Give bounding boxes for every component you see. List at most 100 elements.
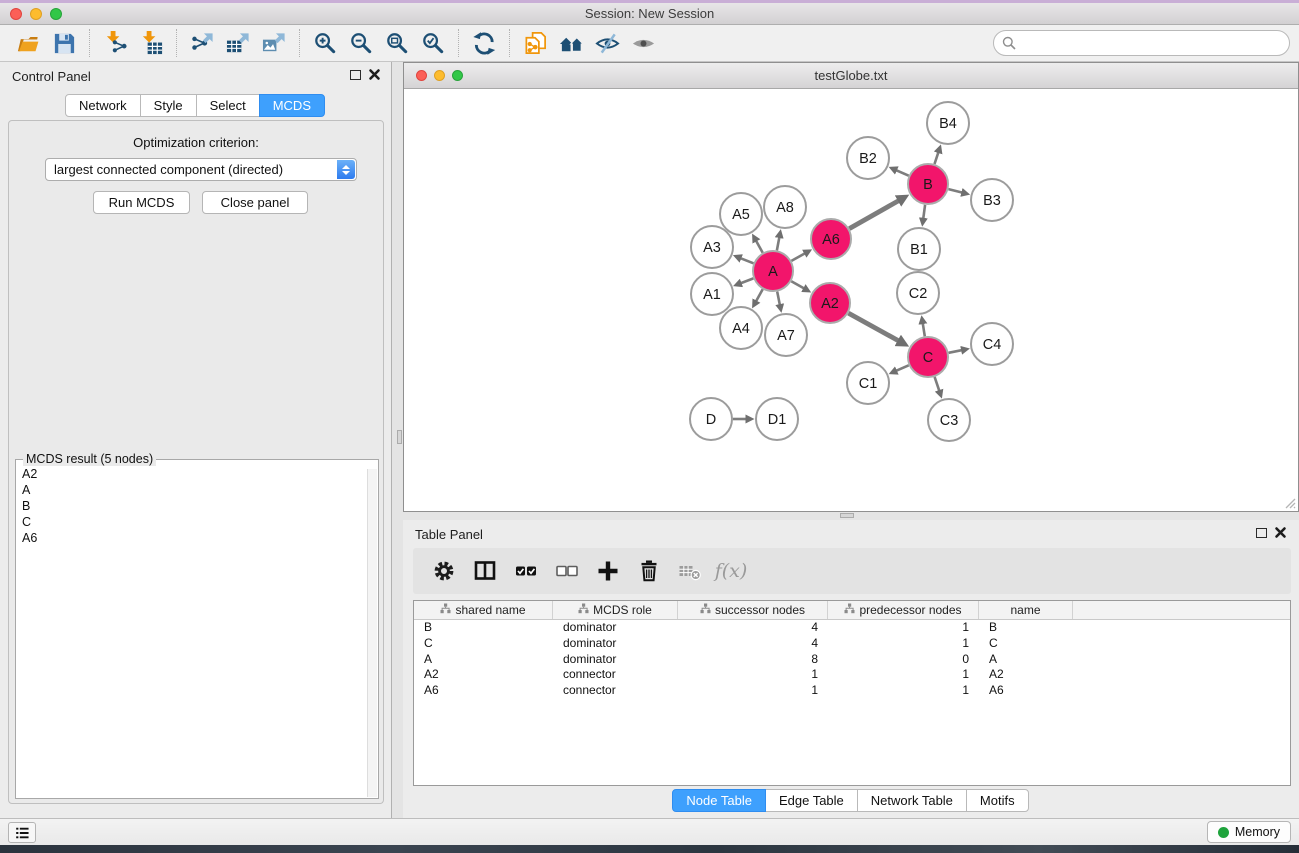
table-settings-icon[interactable] bbox=[429, 556, 459, 586]
graph-node[interactable]: C1 bbox=[847, 362, 889, 404]
graph-node[interactable]: B3 bbox=[971, 179, 1013, 221]
tab-style[interactable]: Style bbox=[140, 94, 197, 117]
graph-edge[interactable] bbox=[948, 189, 962, 192]
result-scrollbar[interactable] bbox=[367, 469, 377, 797]
table-cell[interactable]: dominator bbox=[553, 652, 678, 668]
network-canvas[interactable]: B4 B2 B B3 A8 A5 A6 A3 B1 A C2 A1 A2 A4 … bbox=[405, 90, 1297, 510]
table-cell[interactable]: A2 bbox=[414, 667, 553, 683]
table-cell[interactable]: A bbox=[414, 652, 553, 668]
graph-edge[interactable] bbox=[935, 377, 940, 391]
tab-network[interactable]: Network bbox=[65, 94, 141, 117]
table-cell[interactable]: A6 bbox=[979, 683, 1073, 699]
table-cell[interactable]: A2 bbox=[979, 667, 1073, 683]
graph-node[interactable]: A3 bbox=[691, 226, 733, 268]
graph-node[interactable]: A4 bbox=[720, 307, 762, 349]
result-item[interactable]: C bbox=[22, 514, 366, 530]
column-header-successor-nodes[interactable]: successor nodes bbox=[678, 601, 828, 619]
table-cell[interactable]: dominator bbox=[553, 636, 678, 652]
float-panel-icon[interactable] bbox=[350, 70, 361, 80]
tab-motifs[interactable]: Motifs bbox=[966, 789, 1029, 812]
zoom-in-icon[interactable] bbox=[307, 28, 343, 58]
graph-node[interactable]: B1 bbox=[898, 228, 940, 270]
table-cell[interactable]: C bbox=[414, 636, 553, 652]
graph-node[interactable]: B2 bbox=[847, 137, 889, 179]
table-cell[interactable]: A6 bbox=[414, 683, 553, 699]
home-icon[interactable] bbox=[553, 28, 589, 58]
graph-node[interactable]: A bbox=[753, 251, 793, 291]
close-panel-button[interactable]: Close panel bbox=[202, 191, 308, 214]
export-table-icon[interactable] bbox=[220, 28, 256, 58]
float-table-panel-icon[interactable] bbox=[1256, 528, 1267, 538]
search-box[interactable] bbox=[993, 30, 1290, 56]
table-row[interactable]: Adominator80A bbox=[414, 652, 1290, 668]
table-cell[interactable]: C bbox=[979, 636, 1073, 652]
refresh-layout-icon[interactable] bbox=[466, 28, 502, 58]
column-header-shared-name[interactable]: shared name bbox=[414, 601, 553, 619]
table-cell[interactable]: 8 bbox=[678, 652, 828, 668]
tab-node-table[interactable]: Node Table bbox=[672, 789, 766, 812]
open-session-icon[interactable] bbox=[10, 28, 46, 58]
result-item[interactable]: B bbox=[22, 498, 366, 514]
graph-edge[interactable] bbox=[935, 153, 939, 165]
search-input[interactable] bbox=[1021, 36, 1289, 51]
table-cell[interactable]: connector bbox=[553, 667, 678, 683]
import-table-icon[interactable] bbox=[133, 28, 169, 58]
table-cell[interactable]: A bbox=[979, 652, 1073, 668]
tab-edge-table[interactable]: Edge Table bbox=[765, 789, 858, 812]
table-cell[interactable]: 1 bbox=[678, 667, 828, 683]
split-view-icon[interactable] bbox=[470, 556, 500, 586]
add-row-icon[interactable] bbox=[593, 556, 623, 586]
export-network-icon[interactable] bbox=[184, 28, 220, 58]
graph-edge[interactable] bbox=[741, 258, 754, 263]
zoom-selected-icon[interactable] bbox=[415, 28, 451, 58]
result-item[interactable]: A2 bbox=[22, 466, 366, 482]
tab-network-table[interactable]: Network Table bbox=[857, 789, 967, 812]
graph-edge[interactable] bbox=[923, 205, 925, 219]
graph-node[interactable]: A6 bbox=[811, 219, 851, 259]
graph-node[interactable]: C3 bbox=[928, 399, 970, 441]
graph-node[interactable]: A5 bbox=[720, 193, 762, 235]
criterion-dropdown[interactable]: largest connected component (directed) bbox=[45, 158, 357, 181]
resize-grip-icon[interactable] bbox=[1282, 495, 1296, 509]
table-splitter-handle[interactable] bbox=[840, 513, 854, 518]
deselect-all-icon[interactable] bbox=[552, 556, 582, 586]
task-history-button[interactable] bbox=[8, 822, 36, 843]
column-header-MCDS-role[interactable]: MCDS role bbox=[553, 601, 678, 619]
graph-edge[interactable] bbox=[896, 170, 908, 175]
table-cell[interactable]: connector bbox=[553, 683, 678, 699]
table-cell[interactable]: 1 bbox=[828, 667, 979, 683]
graph-node[interactable]: B bbox=[908, 164, 948, 204]
save-session-icon[interactable] bbox=[46, 28, 82, 58]
table-cell[interactable]: 1 bbox=[828, 620, 979, 636]
graph-edge[interactable] bbox=[848, 313, 898, 341]
table-cell[interactable]: 1 bbox=[828, 683, 979, 699]
table-cell[interactable]: 1 bbox=[828, 636, 979, 652]
graph-edge[interactable] bbox=[777, 238, 779, 251]
table-cell[interactable]: B bbox=[414, 620, 553, 636]
table-row[interactable]: Bdominator41B bbox=[414, 620, 1290, 636]
table-cell[interactable]: 4 bbox=[678, 620, 828, 636]
table-cell[interactable]: dominator bbox=[553, 620, 678, 636]
eye-slash-icon[interactable] bbox=[589, 28, 625, 58]
tab-mcds[interactable]: MCDS bbox=[259, 94, 325, 117]
table-row[interactable]: A6connector11A6 bbox=[414, 683, 1290, 699]
graph-node[interactable]: C4 bbox=[971, 323, 1013, 365]
result-item[interactable]: A6 bbox=[22, 530, 366, 546]
graph-edge[interactable] bbox=[791, 254, 804, 261]
duplicate-network-icon[interactable] bbox=[517, 28, 553, 58]
graph-node[interactable]: D1 bbox=[756, 398, 798, 440]
graph-node[interactable]: C bbox=[908, 337, 948, 377]
graph-node[interactable]: A7 bbox=[765, 314, 807, 356]
import-network-icon[interactable] bbox=[97, 28, 133, 58]
zoom-fit-icon[interactable] bbox=[379, 28, 415, 58]
table-cell[interactable]: 4 bbox=[678, 636, 828, 652]
table-row[interactable]: A2connector11A2 bbox=[414, 667, 1290, 683]
result-item[interactable]: A bbox=[22, 482, 366, 498]
table-cell[interactable]: 0 bbox=[828, 652, 979, 668]
eye-icon[interactable] bbox=[625, 28, 661, 58]
graph-edge[interactable] bbox=[756, 241, 763, 253]
column-header-name[interactable]: name bbox=[979, 601, 1073, 619]
select-all-icon[interactable] bbox=[511, 556, 541, 586]
export-image-icon[interactable] bbox=[256, 28, 292, 58]
table-cell[interactable]: 1 bbox=[678, 683, 828, 699]
